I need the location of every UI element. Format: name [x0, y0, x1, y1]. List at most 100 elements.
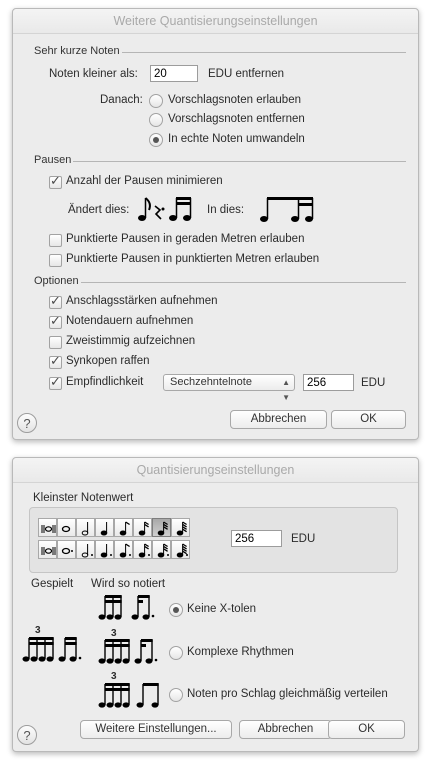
rest-before-notation-icon — [138, 197, 192, 221]
help-button[interactable]: ? — [17, 725, 37, 745]
note-value-panel: 256 EDU — [29, 507, 398, 573]
note-value-breve-button[interactable] — [38, 518, 57, 537]
record-two-voices-checkbox[interactable] — [49, 336, 62, 349]
ok-button[interactable]: OK — [328, 720, 405, 739]
smallest-note-heading: Kleinster Notenwert — [33, 492, 134, 504]
breve-note-icon — [41, 525, 56, 533]
half-note-icon — [81, 544, 93, 558]
no-tuplets-notation-icon — [98, 595, 155, 620]
sensitivity-edu-input[interactable]: 256 — [303, 374, 354, 391]
allow-grace-notes-label: Vorschlagsnoten erlauben — [168, 94, 301, 106]
complex-rhythms-label: Komplexe Rhythmen — [187, 646, 294, 658]
sixteenth-note-icon — [138, 521, 149, 536]
select-arrows-icon: ▲ ▼ — [282, 378, 290, 402]
radio-evenly-distribute[interactable] — [169, 688, 183, 702]
record-velocities-checkbox[interactable] — [49, 293, 62, 309]
note-value-sixty-fourth-dotted-button[interactable] — [171, 540, 190, 559]
note-value-whole-dotted-button[interactable] — [57, 540, 76, 559]
help-button[interactable]: ? — [17, 413, 37, 433]
remove-grace-notes-label: Vorschlagsnoten entfernen — [168, 113, 305, 125]
minimize-rests-label: Anzahl der Pausen minimieren — [66, 175, 223, 187]
rests-heading: Pausen — [34, 154, 74, 166]
complex-rhythm-notation-icon — [98, 639, 158, 664]
dotted-rests-dotted-checkbox[interactable] — [49, 254, 62, 267]
cancel-button[interactable]: Abbrechen — [239, 720, 332, 739]
notated-label: Wird so notiert — [91, 578, 166, 590]
sixteenth-note-icon — [138, 543, 150, 558]
quantization-settings-dialog: Quantisierungseinstellungen Kleinster No… — [12, 457, 419, 752]
note-value-eighth-dotted-button[interactable] — [114, 540, 133, 559]
dialog-title: Quantisierungseinstellungen — [13, 458, 418, 483]
note-value-breve-dotted-button[interactable] — [38, 540, 57, 559]
sensitivity-unit-label: EDU — [361, 377, 386, 389]
played-label: Gespielt — [31, 578, 74, 590]
note-value-thirty-second-button[interactable] — [152, 518, 171, 537]
note-value-half-dotted-button[interactable] — [76, 540, 95, 559]
note-value-half-button[interactable] — [76, 518, 95, 537]
no-tuplets-label: Keine X-tolen — [187, 603, 257, 615]
into-this-label: In dies: — [207, 204, 245, 216]
notes-smaller-label: Noten kleiner als: — [49, 68, 138, 80]
dotted-rests-even-checkbox[interactable] — [49, 234, 62, 247]
cancel-button[interactable]: Abbrechen — [230, 410, 327, 429]
radio-complex-rhythms[interactable] — [169, 646, 183, 660]
radio-remove-grace-notes[interactable] — [149, 113, 163, 127]
thirty-second-note-icon — [157, 543, 169, 558]
sixty-fourth-note-icon — [176, 521, 187, 536]
note-value-quarter-button[interactable] — [95, 518, 114, 537]
edu-unit-label: EDU — [291, 533, 316, 545]
convert-real-notes-label: In echte Noten umwandeln — [168, 133, 305, 145]
note-value-whole-button[interactable] — [57, 518, 76, 537]
evenly-distributed-notation-icon — [98, 683, 159, 708]
note-value-quarter-dotted-button[interactable] — [95, 540, 114, 559]
eighth-note-icon — [119, 543, 131, 558]
evenly-distribute-label: Noten pro Schlag gleichmäßig verteilen — [187, 688, 388, 700]
syncopation-label: Synkopen raffen — [66, 355, 150, 367]
note-value-thirty-second-dotted-button[interactable] — [152, 540, 171, 559]
dotted-rests-even-label: Punktierte Pausen in geraden Metren erla… — [66, 233, 305, 245]
options-section: Optionen — [34, 275, 406, 289]
sensitivity-checkbox[interactable] — [49, 374, 62, 390]
dialog-title: Weitere Quantisierungseinstellungen — [13, 9, 418, 34]
note-value-eighth-button[interactable] — [114, 518, 133, 537]
record-durations-checkbox[interactable] — [49, 313, 62, 329]
note-value-sixteenth-button[interactable] — [133, 518, 152, 537]
rests-section: Pausen — [34, 154, 406, 168]
quantization-more-settings-dialog: Weitere Quantisierungseinstellungen Sehr… — [12, 8, 419, 440]
short-notes-heading: Sehr kurze Noten — [34, 45, 122, 57]
record-durations-label: Notendauern aufnehmen — [66, 315, 194, 327]
played-rhythm-notation-icon — [22, 637, 82, 662]
dotted-rests-dotted-label: Punktierte Pausen in punktierten Metren … — [66, 253, 320, 265]
syncopation-checkbox[interactable] — [49, 353, 62, 369]
short-notes-section: Sehr kurze Noten — [34, 45, 406, 59]
half-note-icon — [81, 522, 89, 536]
note-value-sixty-fourth-button[interactable] — [171, 518, 190, 537]
note-value-sixteenth-dotted-button[interactable] — [133, 540, 152, 559]
edu-input[interactable]: 256 — [231, 530, 282, 547]
sensitivity-note-value: Sechzehntelnote — [170, 376, 252, 388]
radio-no-tuplets[interactable] — [169, 603, 183, 617]
radio-convert-real-notes[interactable] — [149, 133, 163, 147]
breve-note-icon — [41, 547, 56, 555]
notes-smaller-input[interactable]: 20 — [150, 65, 198, 82]
changes-this-label: Ändert dies: — [68, 204, 130, 216]
minimize-rests-checkbox[interactable] — [49, 173, 62, 189]
more-settings-button[interactable]: Weitere Einstellungen... — [80, 720, 232, 739]
options-heading: Optionen — [34, 275, 81, 287]
rest-after-notation-icon — [260, 197, 314, 222]
record-two-voices-label: Zweistimmig aufzeichnen — [66, 335, 196, 347]
ok-button[interactable]: OK — [331, 410, 406, 429]
sensitivity-label: Empfindlichkeit — [66, 376, 144, 388]
quarter-note-icon — [100, 522, 108, 536]
quarter-note-icon — [100, 544, 112, 558]
whole-note-icon — [61, 547, 73, 555]
sensitivity-note-select[interactable]: Sechzehntelnote ▲ ▼ — [163, 374, 295, 402]
eighth-note-icon — [119, 521, 130, 536]
radio-allow-grace-notes[interactable] — [149, 94, 163, 108]
whole-note-icon — [61, 525, 71, 533]
record-velocities-label: Anschlagsstärken aufnehmen — [66, 295, 218, 307]
edu-remove-label: EDU entfernen — [208, 68, 285, 80]
after-label: Danach: — [100, 94, 143, 106]
thirty-second-note-icon — [157, 521, 168, 536]
sixty-fourth-note-icon — [176, 543, 188, 558]
